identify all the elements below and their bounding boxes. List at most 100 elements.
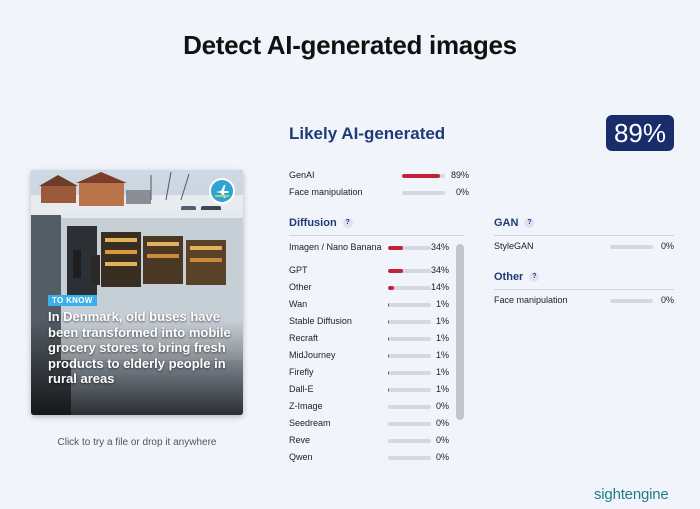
score-label: Reve — [289, 435, 311, 445]
score-row: GenAI 89% — [289, 170, 469, 184]
score-label: Other — [289, 282, 312, 292]
score-row: Reve 0% — [289, 435, 449, 449]
score-bar — [388, 456, 431, 460]
score-label: Imagen / Nano Banana — [289, 242, 382, 252]
diffusion-scrollbar[interactable] — [456, 244, 464, 420]
score-percent: 34% — [430, 242, 449, 252]
airplane-icon — [209, 178, 235, 204]
score-bar — [388, 388, 431, 392]
score-label: Wan — [289, 299, 308, 309]
score-row: Z-Image 0% — [289, 401, 449, 415]
score-label: Recraft — [289, 333, 319, 343]
score-row: Face manipulation 0% — [494, 295, 674, 309]
page-title: Detect AI-generated images — [183, 30, 517, 60]
score-row: Seedream 0% — [289, 418, 449, 432]
gan-help-icon[interactable]: ? — [524, 218, 535, 229]
score-bar — [402, 174, 445, 178]
score-label: Stable Diffusion — [289, 316, 352, 326]
preview-tag: TO KNOW — [48, 295, 97, 306]
score-bar-fill — [388, 303, 389, 307]
score-badge: 89% — [606, 115, 674, 151]
sightengine-logo[interactable]: sightengine — [594, 486, 669, 503]
score-bar — [610, 299, 653, 303]
score-row: StyleGAN 0% — [494, 241, 674, 255]
score-bar — [388, 422, 431, 426]
score-percent: 1% — [435, 316, 449, 326]
score-percent: 0% — [455, 187, 469, 197]
score-bar-fill — [388, 371, 389, 375]
other-section-title: Other? — [494, 271, 540, 283]
score-label: Seedream — [289, 418, 331, 428]
score-bar — [388, 286, 431, 290]
score-bar-fill — [388, 269, 403, 273]
verdict-label: Likely AI-generated — [289, 124, 446, 143]
score-bar-fill — [388, 354, 389, 358]
diffusion-divider — [289, 235, 464, 236]
score-row: GPT 34% — [289, 265, 449, 279]
score-row: Firefly 1% — [289, 367, 449, 381]
score-bar — [388, 320, 431, 324]
score-bar — [388, 354, 431, 358]
image-preview[interactable]: TO KNOW In Denmark, old buses have been … — [31, 170, 243, 415]
preview-headline: In Denmark, old buses have been transfor… — [48, 309, 231, 386]
score-bar — [388, 405, 431, 409]
score-bar-fill — [388, 320, 389, 324]
score-row: Face manipulation 0% — [289, 187, 469, 201]
score-percent: 0% — [660, 241, 674, 251]
score-row: Recraft 1% — [289, 333, 449, 347]
score-percent: 1% — [435, 384, 449, 394]
score-label: Firefly — [289, 367, 314, 377]
score-percent: 0% — [435, 401, 449, 411]
score-percent: 1% — [435, 333, 449, 343]
score-label: Face manipulation — [494, 295, 568, 305]
score-label: Qwen — [289, 452, 313, 462]
score-percent: 1% — [435, 367, 449, 377]
score-percent: 0% — [660, 295, 674, 305]
score-percent: 0% — [435, 418, 449, 428]
score-row: Dall-E 1% — [289, 384, 449, 398]
score-bar — [388, 246, 431, 250]
score-row: Wan 1% — [289, 299, 449, 313]
score-bar-fill — [388, 286, 395, 290]
score-bar-fill — [388, 388, 389, 392]
score-percent: 34% — [430, 265, 449, 275]
score-percent: 1% — [435, 299, 449, 309]
score-row: Other 14% — [289, 282, 449, 296]
score-label: StyleGAN — [494, 241, 534, 251]
score-label: MidJourney — [289, 350, 336, 360]
score-bar — [388, 303, 431, 307]
score-bar — [388, 269, 431, 273]
score-label: GenAI — [289, 170, 315, 180]
score-percent: 0% — [435, 452, 449, 462]
score-bar — [388, 439, 431, 443]
score-label: Face manipulation — [289, 187, 363, 197]
score-bar-fill — [402, 174, 441, 178]
other-help-icon[interactable]: ? — [529, 272, 540, 283]
score-bar — [388, 371, 431, 375]
score-row: MidJourney 1% — [289, 350, 449, 364]
score-bar-fill — [388, 337, 389, 341]
score-row: Stable Diffusion 1% — [289, 316, 449, 330]
score-bar-fill — [388, 246, 403, 250]
score-bar — [610, 245, 653, 249]
diffusion-title-text: Diffusion — [289, 217, 337, 229]
score-bar — [388, 337, 431, 341]
gan-section-title: GAN? — [494, 217, 535, 229]
score-label: Dall-E — [289, 384, 314, 394]
diffusion-help-icon[interactable]: ? — [342, 218, 353, 229]
other-title-text: Other — [494, 271, 524, 283]
score-percent: 1% — [435, 350, 449, 360]
score-percent: 89% — [450, 170, 469, 180]
score-row: Imagen / Nano Banana 34% — [289, 242, 449, 256]
upload-hint[interactable]: Click to try a file or drop it anywhere — [31, 437, 243, 448]
diffusion-section-title: Diffusion? — [289, 217, 353, 229]
score-bar — [402, 191, 445, 195]
score-label: GPT — [289, 265, 308, 275]
gan-divider — [494, 235, 674, 236]
score-percent: 0% — [435, 435, 449, 445]
score-row: Qwen 0% — [289, 452, 449, 466]
score-label: Z-Image — [289, 401, 323, 411]
gan-title-text: GAN — [494, 217, 519, 229]
other-divider — [494, 289, 674, 290]
score-percent: 14% — [430, 282, 449, 292]
